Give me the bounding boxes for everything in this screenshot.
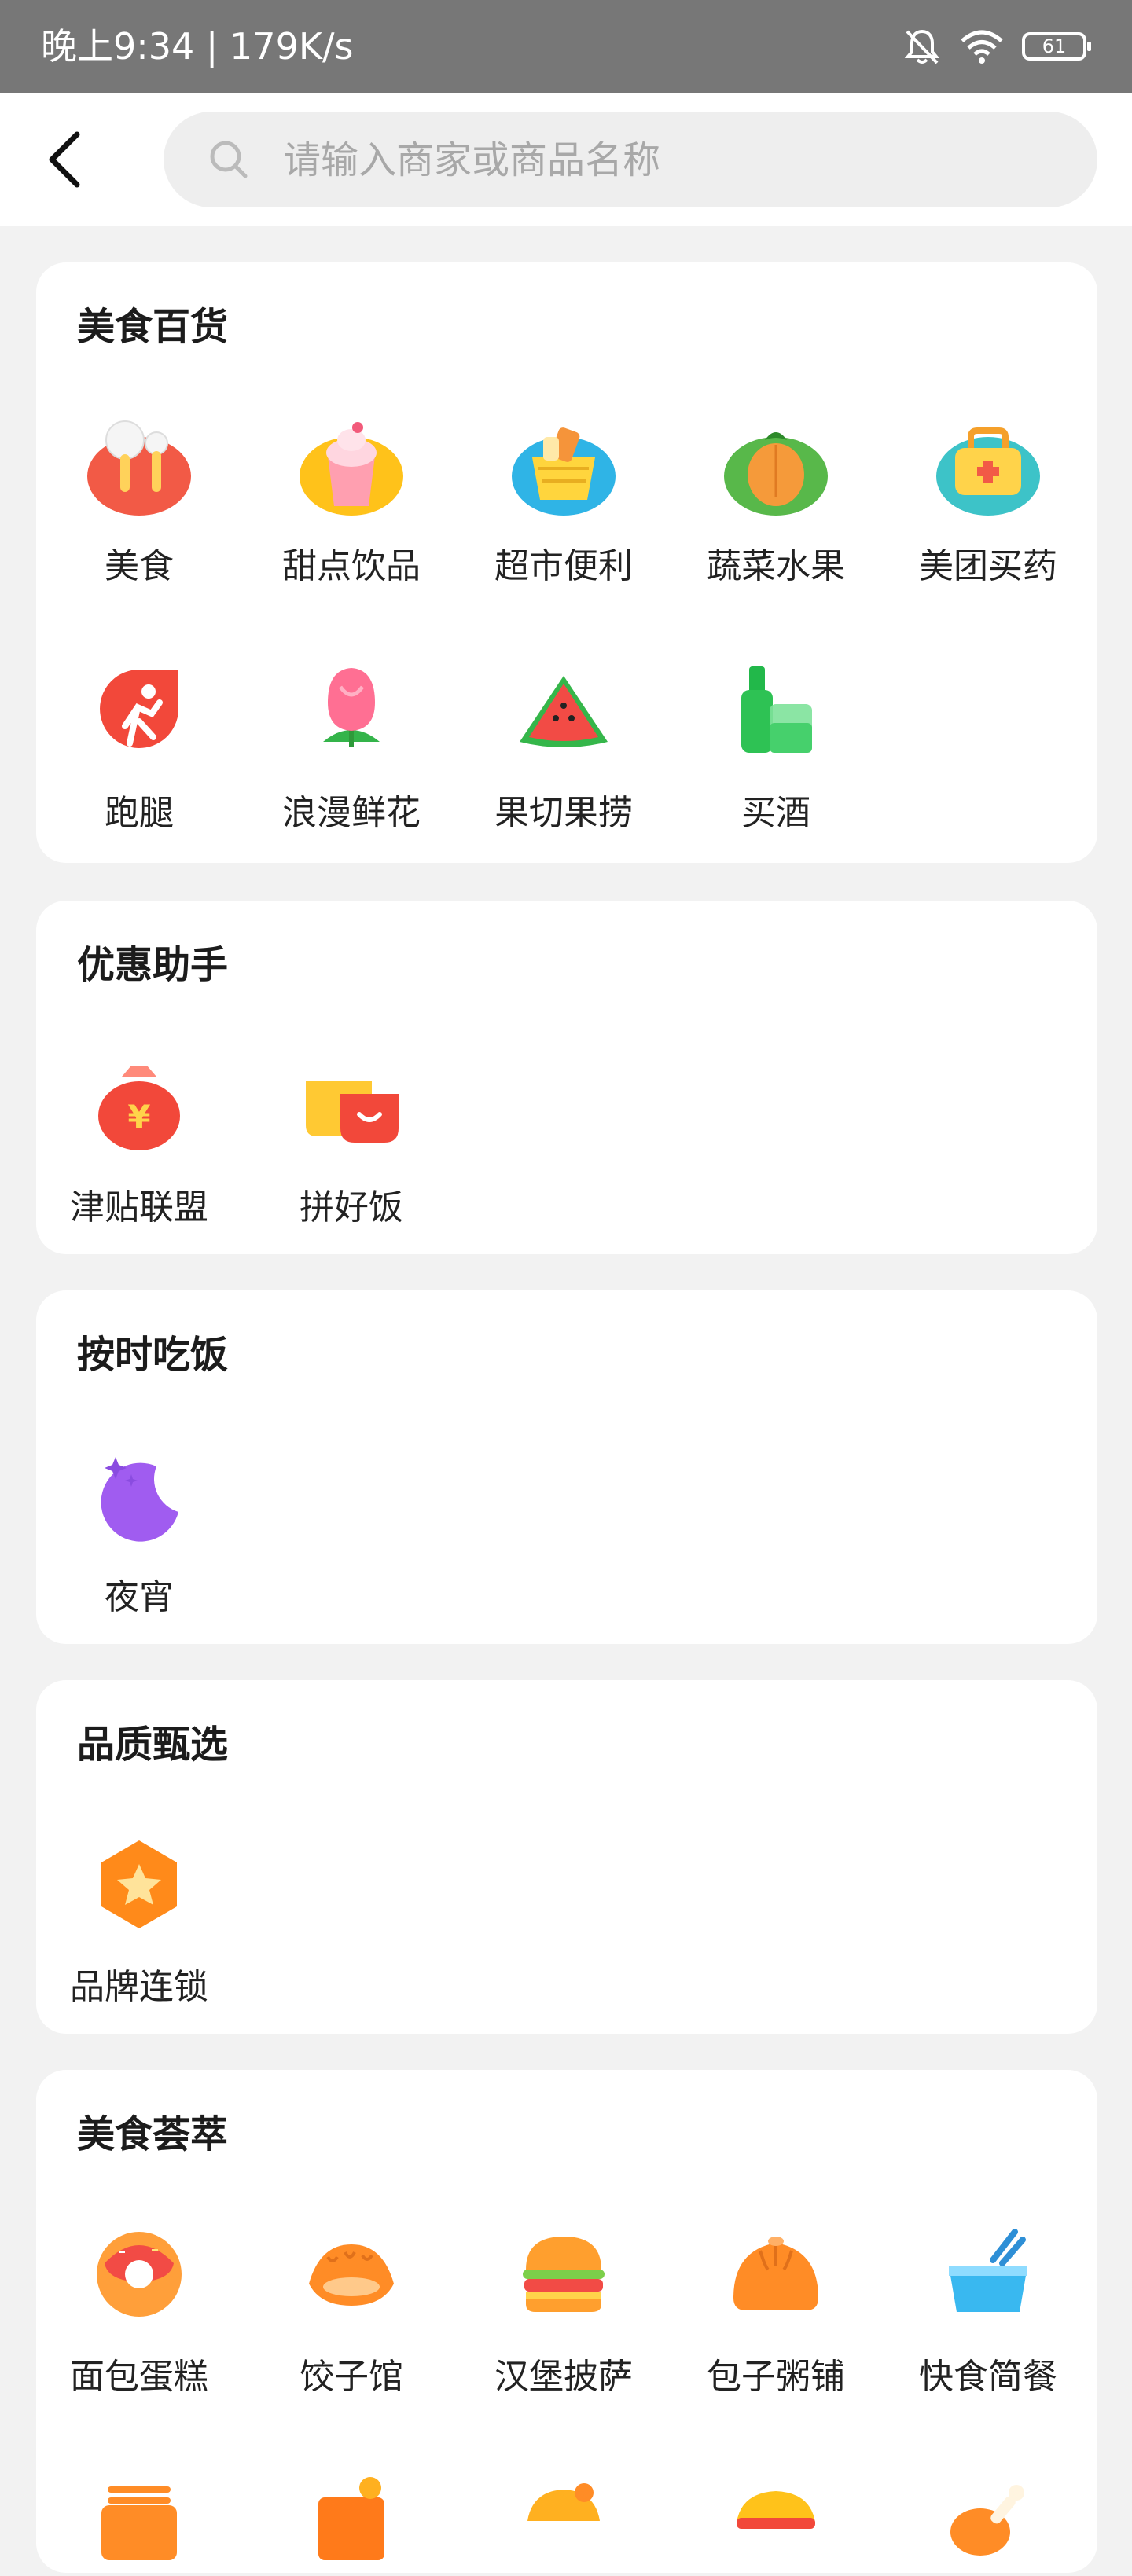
burger-icon <box>523 2237 605 2312</box>
section-title: 按时吃饭 <box>77 1333 229 1377</box>
category-label: 饺子馆 <box>300 2357 403 2397</box>
money-bag-icon: ¥ <box>98 1066 180 1150</box>
star-badge-icon <box>101 1840 177 1928</box>
category-partial[interactable] <box>890 2466 1086 2576</box>
category-flower[interactable]: 浪漫鲜花 <box>253 655 450 835</box>
liquor-icon <box>741 666 812 753</box>
category-label: 超市便利 <box>494 546 633 586</box>
category-group-meal[interactable]: 拼好饭 <box>253 1050 450 1229</box>
bun-icon <box>733 2237 818 2310</box>
category-bakery[interactable]: 面包蛋糕 <box>41 2219 237 2398</box>
group-meal-icon <box>306 1081 399 1143</box>
fried-chicken-icon <box>527 2483 600 2521</box>
search-bar[interactable] <box>164 112 1097 209</box>
category-label: 美食 <box>105 546 174 586</box>
status-icons: 61 <box>902 28 1091 64</box>
status-time-speed: 晚上9:34 | 179K/s <box>41 25 354 68</box>
category-label: 美团买药 <box>919 546 1057 586</box>
category-brand-chain[interactable]: 品牌连锁 <box>41 1829 237 2009</box>
category-partial[interactable] <box>465 2466 662 2576</box>
category-bun-congee[interactable]: 包子粥铺 <box>678 2219 874 2398</box>
noodle-icon <box>101 2486 177 2560</box>
category-label: 快食简餐 <box>919 2357 1057 2397</box>
category-label: 津贴联盟 <box>70 1187 208 1227</box>
category-label: 包子粥铺 <box>707 2357 845 2397</box>
section-title: 美食百货 <box>77 305 229 349</box>
donut-icon <box>97 2232 182 2317</box>
battery-level: 61 <box>1042 35 1067 57</box>
category-partial[interactable] <box>41 2466 237 2576</box>
battery-icon: 61 <box>1022 32 1091 61</box>
status-bar: 晚上9:34 | 179K/s 61 <box>0 0 1132 93</box>
food-icon <box>87 420 191 516</box>
category-food[interactable]: 美食 <box>41 409 237 588</box>
svg-text:¥: ¥ <box>127 1098 150 1136</box>
category-label: 汉堡披萨 <box>494 2357 633 2397</box>
category-vegetable[interactable]: 蔬菜水果 <box>678 409 874 588</box>
category-dumpling[interactable]: 饺子馆 <box>253 2219 450 2398</box>
wifi-icon <box>961 30 1003 64</box>
mute-bell-icon <box>904 29 940 64</box>
dumpling-icon <box>309 2244 394 2306</box>
category-label: 浪漫鲜花 <box>282 793 421 833</box>
section-title: 美食荟萃 <box>77 2112 229 2156</box>
category-allowance-alliance[interactable]: ¥ 津贴联盟 <box>41 1050 237 1229</box>
category-partial[interactable] <box>253 2466 450 2576</box>
category-partial[interactable] <box>678 2466 874 2576</box>
section-food-collection: 美食荟萃 面包蛋糕 饺子馆 汉堡披萨 包子粥铺 快食简餐 <box>36 2070 1097 2573</box>
moon-icon <box>101 1457 178 1542</box>
fastfood-icon <box>949 2229 1027 2312</box>
section-eat-on-time: 按时吃饭 夜宵 <box>36 1290 1097 1644</box>
section-quality-select: 品质甄选 品牌连锁 <box>36 1680 1097 2034</box>
section-title: 品质甄选 <box>77 1723 229 1767</box>
category-label: 夜宵 <box>105 1577 174 1617</box>
category-errand[interactable]: 跑腿 <box>41 655 237 835</box>
hotpot-icon <box>737 2491 815 2529</box>
category-liquor[interactable]: 买酒 <box>678 655 874 835</box>
category-label: 品牌连锁 <box>70 1967 208 2007</box>
category-label: 果切果捞 <box>494 793 633 833</box>
header <box>0 93 1132 226</box>
category-label: 蔬菜水果 <box>707 546 845 586</box>
category-supermarket[interactable]: 超市便利 <box>465 409 662 588</box>
drink-box-icon <box>318 2477 384 2560</box>
section-title: 优惠助手 <box>77 943 229 987</box>
search-input[interactable] <box>281 112 1063 209</box>
category-watermelon[interactable]: 果切果捞 <box>465 655 662 835</box>
category-label: 甜点饮品 <box>282 546 421 586</box>
vegetable-icon <box>724 432 828 516</box>
errand-icon <box>100 670 178 748</box>
flower-icon <box>323 668 380 747</box>
category-label: 买酒 <box>741 793 810 833</box>
category-label: 跑腿 <box>105 793 174 833</box>
supermarket-icon <box>512 427 616 516</box>
category-dessert[interactable]: 甜点饮品 <box>253 409 450 588</box>
section-discount-helper: 优惠助手 ¥ 津贴联盟 拼好饭 <box>36 901 1097 1254</box>
category-label: 面包蛋糕 <box>70 2357 208 2397</box>
search-icon <box>210 141 248 178</box>
watermelon-icon <box>520 676 608 747</box>
category-fast-food[interactable]: 快食简餐 <box>890 2219 1086 2398</box>
section-food-goods: 美食百货 美食 甜点饮品 超市便利 蔬菜水果 美团买药 跑腿 浪漫鲜花 果切果捞… <box>36 262 1097 863</box>
category-burger-pizza[interactable]: 汉堡披萨 <box>465 2219 662 2398</box>
back-arrow-icon[interactable] <box>44 128 86 191</box>
drumstick-icon <box>950 2485 1024 2556</box>
category-medicine[interactable]: 美团买药 <box>890 409 1086 588</box>
dessert-icon <box>300 422 403 516</box>
category-late-night[interactable]: 夜宵 <box>41 1440 237 1619</box>
category-label: 拼好饭 <box>300 1187 403 1227</box>
medicine-icon <box>936 427 1040 516</box>
